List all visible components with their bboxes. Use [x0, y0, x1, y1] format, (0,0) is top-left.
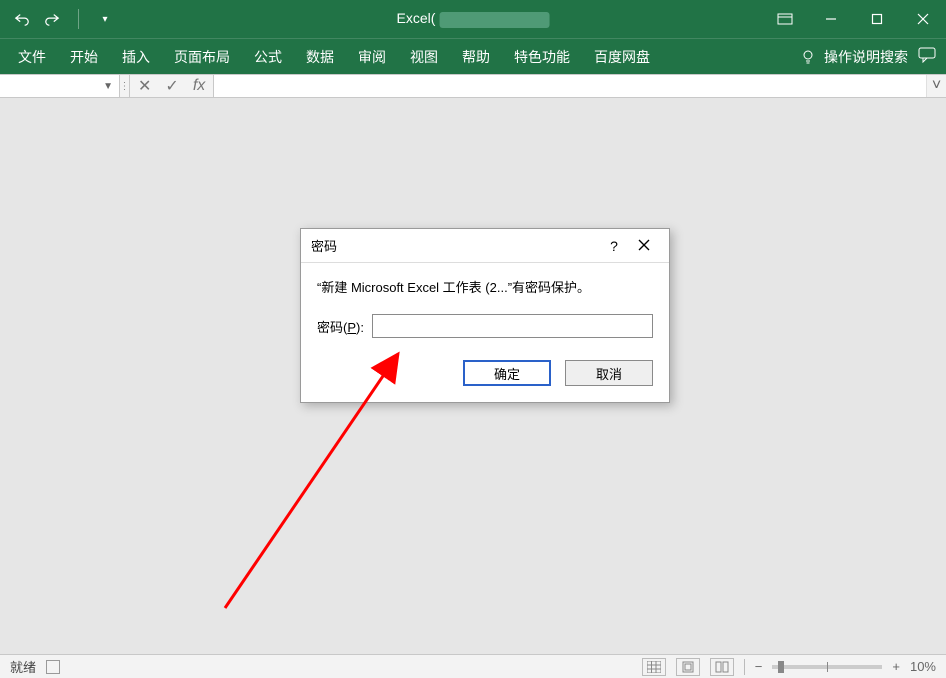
- tab-file[interactable]: 文件: [6, 39, 58, 74]
- tab-page-layout[interactable]: 页面布局: [162, 39, 242, 74]
- ribbon-tabs: 文件 开始 插入 页面布局 公式 数据 审阅 视图 帮助 特色功能 百度网盘 操…: [0, 38, 946, 74]
- macro-record-icon[interactable]: [46, 660, 60, 674]
- dialog-message: “新建 Microsoft Excel 工作表 (2...”有密码保护。: [317, 277, 653, 296]
- window-controls: [762, 0, 946, 38]
- redo-icon[interactable]: [44, 11, 60, 27]
- tab-label: 插入: [122, 47, 150, 67]
- close-button[interactable]: [900, 0, 946, 38]
- page-layout-view-icon[interactable]: [676, 658, 700, 676]
- zoom-in-button[interactable]: +: [892, 659, 900, 674]
- name-box[interactable]: ▼: [0, 75, 120, 97]
- status-ready: 就绪: [10, 657, 36, 676]
- tab-insert[interactable]: 插入: [110, 39, 162, 74]
- maximize-button[interactable]: [854, 0, 900, 38]
- tab-view[interactable]: 视图: [398, 39, 450, 74]
- window-title: Excel(: [397, 10, 550, 27]
- tab-label: 开始: [70, 47, 98, 67]
- tell-me-label: 操作说明搜索: [824, 47, 908, 67]
- tab-label: 百度网盘: [594, 47, 650, 67]
- dialog-help-button[interactable]: ?: [599, 238, 629, 254]
- ok-button[interactable]: 确定: [463, 360, 551, 386]
- password-dialog: 密码 ? “新建 Microsoft Excel 工作表 (2...”有密码保护…: [300, 228, 670, 403]
- name-box-resize[interactable]: ⋮: [120, 75, 130, 97]
- page-break-view-icon[interactable]: [710, 658, 734, 676]
- title-blurred-region: [439, 12, 549, 28]
- formula-bar-buttons: ✕ ✓ fx: [130, 75, 214, 97]
- dialog-body: “新建 Microsoft Excel 工作表 (2...”有密码保护。 密码(…: [301, 263, 669, 402]
- tab-baidu[interactable]: 百度网盘: [582, 39, 662, 74]
- tab-label: 公式: [254, 47, 282, 67]
- zoom-slider[interactable]: [772, 665, 882, 669]
- tab-label: 视图: [410, 47, 438, 67]
- undo-icon[interactable]: [14, 11, 30, 27]
- cancel-button[interactable]: 取消: [565, 360, 653, 386]
- fx-icon[interactable]: fx: [193, 77, 205, 95]
- enter-formula-icon[interactable]: ✓: [165, 76, 178, 96]
- ribbon-display-options-icon[interactable]: [762, 0, 808, 38]
- tab-home[interactable]: 开始: [58, 39, 110, 74]
- zoom-out-button[interactable]: −: [755, 659, 763, 674]
- qat-separator: [78, 9, 79, 29]
- normal-view-icon[interactable]: [642, 658, 666, 676]
- app-title-text: Excel(: [397, 10, 436, 26]
- minimize-button[interactable]: [808, 0, 854, 38]
- cancel-formula-icon[interactable]: ✕: [138, 76, 151, 96]
- dialog-buttons: 确定 取消: [317, 360, 653, 386]
- password-row: 密码(P):: [317, 314, 653, 338]
- tab-label: 审阅: [358, 47, 386, 67]
- dialog-close-button[interactable]: [629, 238, 659, 254]
- tab-data[interactable]: 数据: [294, 39, 346, 74]
- comments-icon[interactable]: [918, 47, 936, 66]
- tab-label: 数据: [306, 47, 334, 67]
- chevron-down-icon: ▼: [103, 81, 113, 92]
- tab-review[interactable]: 审阅: [346, 39, 398, 74]
- formula-bar: ▼ ⋮ ✕ ✓ fx ˅: [0, 74, 946, 98]
- tab-formulas[interactable]: 公式: [242, 39, 294, 74]
- tab-label: 特色功能: [514, 47, 570, 67]
- password-input[interactable]: [372, 314, 653, 338]
- tab-label: 帮助: [462, 47, 490, 67]
- zoom-level[interactable]: 10%: [910, 659, 936, 674]
- password-label: 密码(P):: [317, 317, 364, 336]
- title-bar: ▾ Excel(: [0, 0, 946, 38]
- workspace: 密码 ? “新建 Microsoft Excel 工作表 (2...”有密码保护…: [0, 98, 946, 654]
- dialog-title-text: 密码: [311, 236, 337, 255]
- tab-help[interactable]: 帮助: [450, 39, 502, 74]
- tab-features[interactable]: 特色功能: [502, 39, 582, 74]
- status-bar: 就绪 − + 10%: [0, 654, 946, 678]
- tell-me-search[interactable]: 操作说明搜索: [800, 47, 908, 67]
- formula-input[interactable]: [214, 75, 926, 97]
- quick-access-toolbar: ▾: [0, 9, 113, 29]
- lightbulb-icon: [800, 49, 816, 65]
- expand-formula-bar-icon[interactable]: ˅: [926, 75, 946, 97]
- dialog-titlebar: 密码 ?: [301, 229, 669, 263]
- tab-label: 文件: [18, 47, 46, 67]
- tab-label: 页面布局: [174, 47, 230, 67]
- qat-customize-icon[interactable]: ▾: [97, 11, 113, 27]
